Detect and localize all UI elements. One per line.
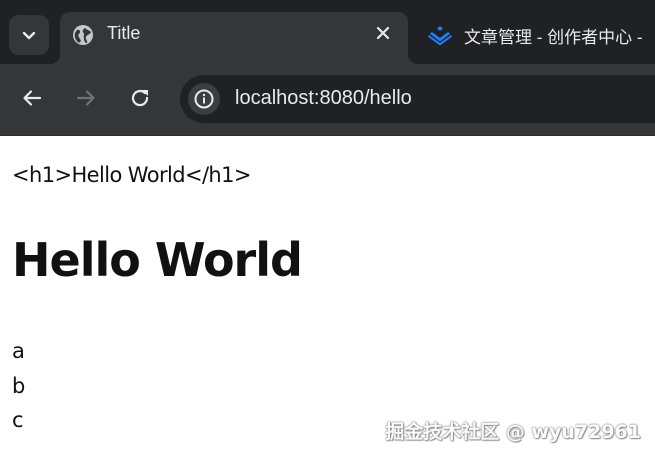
tab-active[interactable]: Title: [50, 12, 418, 64]
juejin-logo-icon: [428, 26, 452, 46]
url-text[interactable]: localhost:8080/hello: [235, 87, 412, 110]
tab-search-button[interactable]: [9, 15, 49, 55]
chevron-down-icon: [22, 31, 36, 40]
tab-close-button[interactable]: [374, 24, 392, 42]
raw-html-text: <h1>Hello World</h1>: [12, 163, 251, 187]
close-icon: [376, 26, 390, 40]
arrow-left-icon: [23, 90, 42, 106]
reload-icon: [131, 90, 149, 107]
arrow-right-icon: [76, 90, 95, 106]
tab-title: Title: [107, 23, 141, 43]
line-item: b: [12, 373, 26, 398]
watermark: 掘金技术社区 @ wyu72961: [385, 421, 641, 443]
info-icon: [194, 89, 214, 109]
reload-button[interactable]: [127, 85, 153, 111]
forward-button[interactable]: [73, 85, 99, 111]
address-bar[interactable]: localhost:8080/hello: [180, 75, 655, 123]
back-button[interactable]: [19, 85, 45, 111]
globe-icon: [73, 25, 93, 45]
site-info-button[interactable]: [188, 83, 220, 115]
letter-list: a b c: [12, 334, 25, 438]
line-item: c: [12, 408, 24, 432]
page-content: <h1>Hello World</h1> Hello World a b c: [12, 135, 655, 458]
tab-inactive[interactable]: 文章管理 - 创作者中心 -: [420, 12, 655, 58]
tab-title: 文章管理 - 创作者中心 -: [464, 28, 643, 47]
tab-strip: Title 文章管理 - 创作者中心 -: [0, 0, 655, 64]
page-heading: Hello World: [12, 233, 303, 287]
browser-toolbar: localhost:8080/hello: [0, 64, 655, 136]
line-item: a: [12, 339, 25, 363]
